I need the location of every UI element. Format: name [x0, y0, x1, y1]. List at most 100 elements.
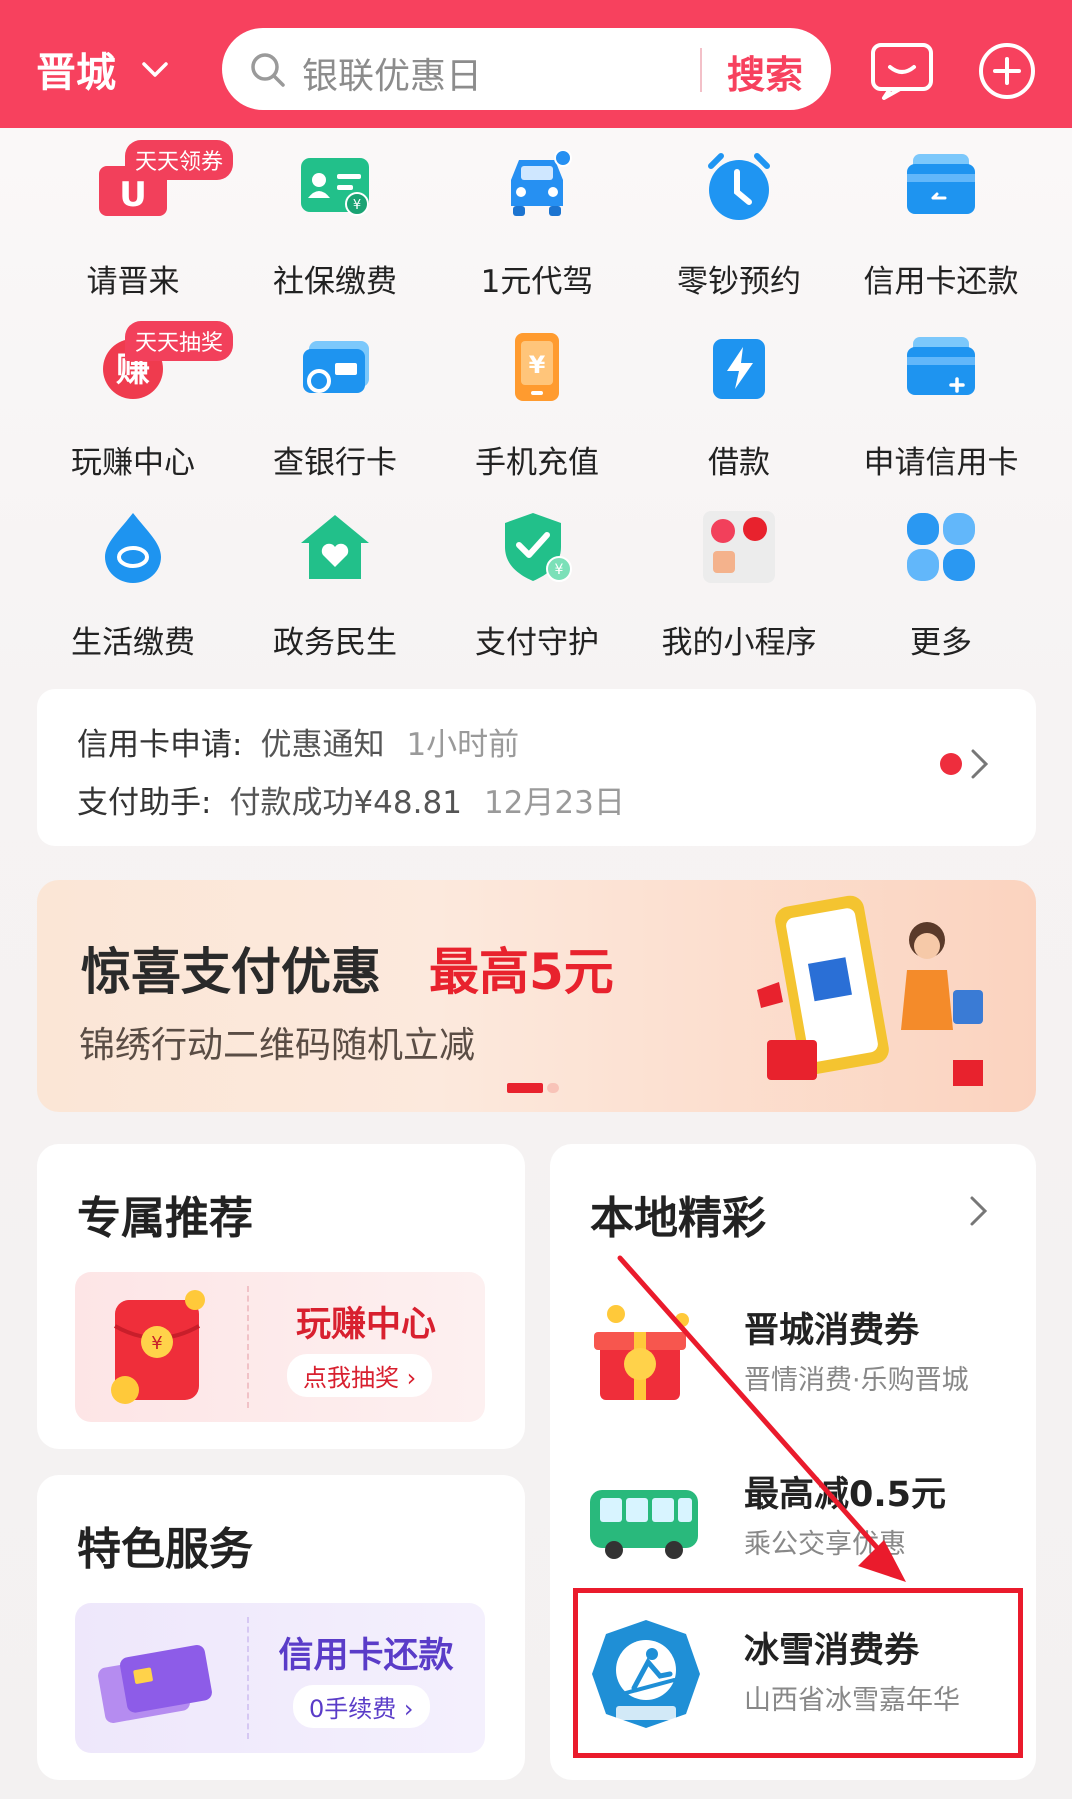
- grid-item-label: 1元代驾: [480, 264, 594, 300]
- notification-source: 信用卡申请:: [77, 727, 243, 763]
- notification-time: 12月23日: [483, 785, 625, 821]
- shield-check-icon: ¥: [505, 513, 572, 582]
- local-item-desc: 晋情消费·乐购晋城: [744, 1365, 969, 1396]
- grid-item-more[interactable]: 更多: [841, 511, 1041, 661]
- social-security-card-icon: ¥: [301, 158, 369, 216]
- notification-card[interactable]: 信用卡申请: 优惠通知 1小时前 支付助手: 付款成功¥48.81 12月23日: [37, 689, 1036, 846]
- recommend-card: 专属推荐 ¥ 玩赚中心 点我抽奖 ›: [37, 1144, 525, 1449]
- grid-item-label: 查银行卡: [273, 445, 397, 481]
- notification-message: 付款成功¥48.81: [229, 785, 462, 821]
- local-item-desc: 乘公交享优惠: [744, 1529, 906, 1560]
- grid-item-label: 信用卡还款: [863, 264, 1019, 300]
- grid-item-mini-programs[interactable]: 我的小程序: [639, 511, 839, 661]
- notification-row: 信用卡申请: 优惠通知 1小时前: [77, 719, 519, 764]
- search-icon: [251, 53, 285, 87]
- phone-recharge-icon: ¥: [515, 333, 559, 401]
- car-icon: [511, 150, 572, 216]
- city-name: 晋城: [36, 50, 116, 96]
- grid-item-government-services[interactable]: 政务民生: [235, 511, 435, 661]
- grid-item-cash-reservation[interactable]: 零钞预约: [639, 150, 839, 300]
- grid-item-label: 请晋来: [86, 264, 180, 300]
- coupon-title: 玩赚中心: [295, 1305, 436, 1345]
- grid-item-utility-payment[interactable]: 生活缴费: [33, 511, 233, 661]
- chevron-down-icon: [142, 62, 168, 77]
- phone-shopping-illustration: [757, 895, 983, 1086]
- grid-item-label: 社保缴费: [273, 264, 397, 300]
- coupon-title: 信用卡还款: [278, 1636, 454, 1676]
- bus-icon: [590, 1490, 698, 1559]
- grid-item-loan[interactable]: 借款: [639, 331, 839, 481]
- gift-box-icon: [594, 1305, 689, 1400]
- four-petal-icon: [907, 513, 975, 581]
- notification-time: 1小时前: [406, 727, 520, 763]
- local-item-title: 最高减0.5元: [744, 1475, 947, 1515]
- message-icon[interactable]: [870, 40, 934, 100]
- grid-item-label: 生活缴费: [71, 625, 195, 661]
- card-title: 专属推荐: [77, 1193, 253, 1244]
- banner-highlight: 最高5元: [429, 943, 614, 1001]
- grid-item-label: 借款: [708, 445, 770, 481]
- grid-item-check-bank-card[interactable]: 查银行卡: [235, 331, 435, 481]
- local-item-jincheng-coupon[interactable]: 晋城消费券 晋情消费·乐购晋城: [586, 1294, 986, 1424]
- grid-item-designated-driver[interactable]: 1元代驾: [437, 150, 637, 300]
- promo-badge: 天天领券: [125, 140, 234, 180]
- bank-card-search-icon: [303, 341, 369, 393]
- svg-text:¥: ¥: [529, 351, 546, 379]
- apply-card-icon: [907, 337, 975, 395]
- credit-card-repay-coupon[interactable]: 信用卡还款 0手续费 ›: [75, 1603, 485, 1753]
- credit-card-repay-icon: [907, 154, 975, 214]
- grid-item-phone-recharge[interactable]: ¥ 手机充值: [437, 331, 637, 481]
- house-heart-icon: [301, 515, 369, 579]
- mini-programs-icon: [703, 511, 775, 583]
- unread-dot: [940, 753, 962, 775]
- grid-item-payment-protection[interactable]: ¥ 支付守护: [437, 511, 637, 661]
- search-bar[interactable]: 银联优惠日 搜索: [222, 28, 831, 110]
- grid-item-qingjinlai[interactable]: U 天天领券 请晋来: [33, 140, 234, 300]
- grid-item-earn-center[interactable]: 赚 天天抽奖 玩赚中心: [33, 321, 234, 481]
- alarm-clock-icon: [708, 153, 770, 220]
- banner-subtitle: 锦绣行动二维码随机立减: [79, 1025, 476, 1066]
- banner-title: 惊喜支付优惠: [81, 943, 381, 1001]
- grid-item-apply-credit-card[interactable]: 申请信用卡: [841, 331, 1041, 481]
- highlight-box: [573, 1588, 1023, 1758]
- svg-text:¥: ¥: [151, 1333, 162, 1354]
- chevron-right-icon: [971, 749, 989, 779]
- grid-item-label: 我的小程序: [661, 625, 817, 661]
- grid-item-label: 零钞预约: [677, 264, 801, 300]
- grid-item-label: 手机充值: [475, 445, 599, 481]
- svg-text:¥: ¥: [353, 198, 361, 213]
- notification-row: 支付助手: 付款成功¥48.81 12月23日: [77, 777, 625, 822]
- grid-item-social-security[interactable]: ¥ 社保缴费: [235, 150, 435, 300]
- promo-badge: 天天抽奖: [125, 321, 234, 361]
- loan-bolt-icon: [713, 339, 765, 399]
- top-bar: 晋城 银联优惠日 搜索: [0, 0, 1072, 128]
- grid-item-credit-card-repay[interactable]: 信用卡还款: [841, 150, 1041, 300]
- red-envelope-icon: ¥: [111, 1290, 205, 1404]
- promo-banner[interactable]: 惊喜支付优惠 最高5元 锦绣行动二维码随机立减: [37, 880, 1036, 1112]
- search-divider: [700, 48, 702, 92]
- notification-source: 支付助手:: [77, 785, 212, 821]
- earn-center-coupon[interactable]: ¥ 玩赚中心 点我抽奖 ›: [75, 1272, 485, 1422]
- local-item-bus-discount[interactable]: 最高减0.5元 乘公交享优惠: [586, 1458, 986, 1588]
- carousel-indicator: [507, 1083, 559, 1093]
- notification-message: 优惠通知: [260, 727, 385, 763]
- card-title: 特色服务: [77, 1524, 253, 1575]
- grid-item-label: 政务民生: [273, 625, 397, 661]
- grid-item-label: 更多: [910, 625, 972, 661]
- grid-item-label: 玩赚中心: [71, 445, 195, 481]
- credit-cards-icon: [98, 1645, 212, 1723]
- grid-item-label: 申请信用卡: [863, 445, 1019, 481]
- chevron-right-icon[interactable]: [968, 1194, 990, 1228]
- add-icon[interactable]: [975, 40, 1039, 100]
- local-item-title: 晋城消费券: [744, 1311, 920, 1351]
- svg-text:U: U: [119, 175, 147, 215]
- draw-button[interactable]: 点我抽奖 ›: [287, 1354, 433, 1397]
- search-button[interactable]: 搜索: [727, 44, 803, 99]
- zero-fee-button[interactable]: 0手续费 ›: [293, 1685, 430, 1728]
- city-selector[interactable]: 晋城: [36, 40, 170, 98]
- search-input[interactable]: 银联优惠日: [302, 47, 482, 99]
- special-services-card: 特色服务 信用卡还款 0手续费 ›: [37, 1475, 525, 1780]
- svg-text:¥: ¥: [555, 562, 564, 578]
- card-title: 本地精彩: [590, 1193, 766, 1244]
- grid-item-label: 支付守护: [475, 625, 599, 661]
